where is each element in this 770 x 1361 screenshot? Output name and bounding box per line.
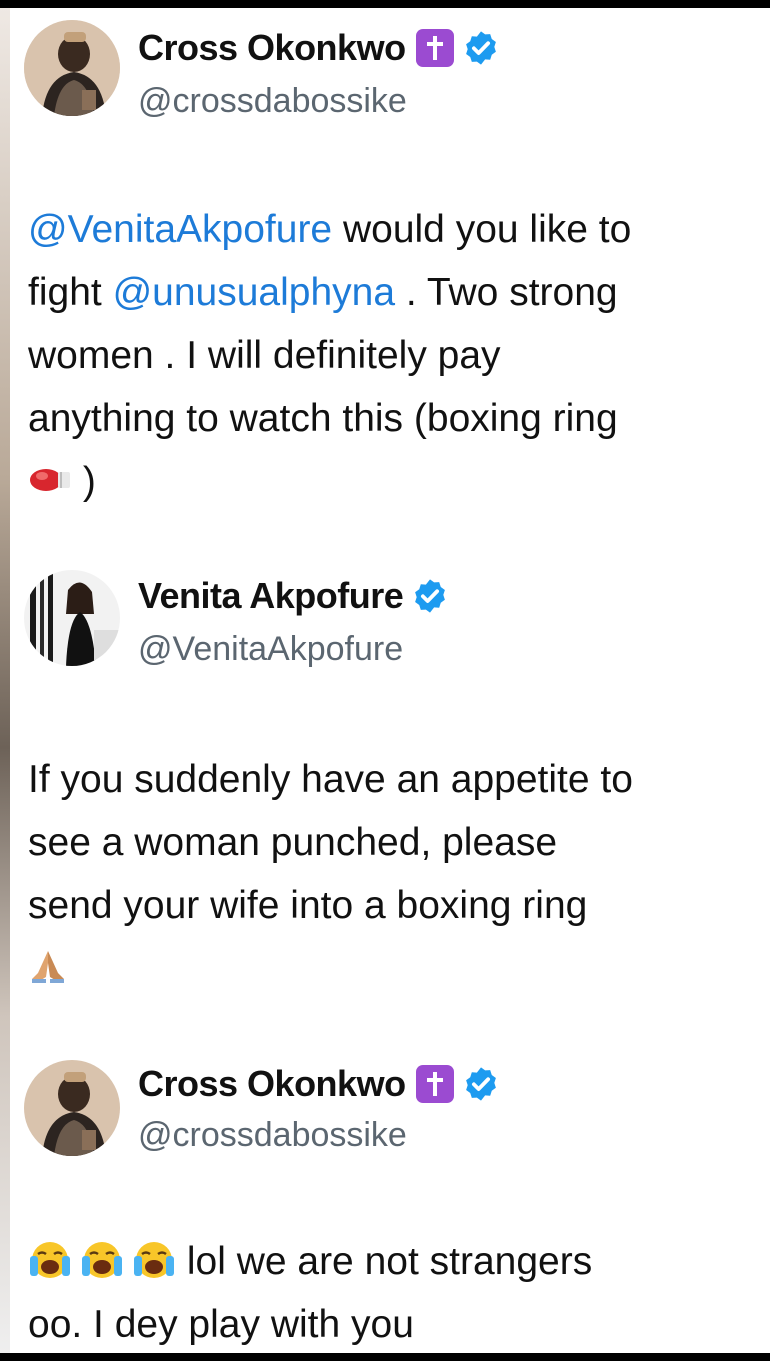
handle[interactable]: @VenitaAkpofure [138, 630, 403, 669]
avatar-cross-okonkwo[interactable] [24, 20, 120, 116]
display-name[interactable]: Cross Okonkwo [138, 1063, 406, 1105]
verified-icon [462, 1065, 500, 1103]
background-photo-strip [0, 8, 10, 1353]
body-line: women . I will definitely pay [28, 334, 501, 377]
mention-link[interactable]: @VenitaAkpofure [28, 208, 332, 251]
folded-hands-icon [28, 949, 68, 985]
tweet-2-body: If you suddenly have an appetite to see … [28, 748, 768, 1000]
tweet-1-name-row: Cross Okonkwo [138, 26, 500, 70]
screenshot-card: Cross Okonkwo @crossdabossike @VenitaAkp… [10, 8, 770, 1353]
avatar-venita-akpofure[interactable] [24, 570, 120, 666]
handle[interactable]: @crossdabossike [138, 1116, 407, 1155]
display-name[interactable]: Venita Akpofure [138, 575, 404, 617]
body-text: lol we are not strangers [176, 1240, 593, 1283]
loudly-crying-face-icon [132, 1240, 176, 1280]
body-line: lol we are not strangers [28, 1230, 768, 1293]
tweet-3-name-row: Cross Okonkwo [138, 1062, 500, 1106]
body-text: fight [28, 271, 113, 314]
body-line: ) [28, 450, 768, 513]
body-line: fight @unusualphyna . Two strong [28, 261, 768, 324]
verified-icon [462, 29, 500, 67]
cross-icon [415, 29, 454, 67]
body-line: anything to watch this (boxing ring [28, 397, 618, 440]
body-line: oo. I dey play with you [28, 1303, 414, 1346]
body-line [28, 937, 768, 1000]
loudly-crying-face-icon [28, 1240, 72, 1280]
body-text: . Two strong [395, 271, 618, 314]
mention-link[interactable]: @unusualphyna [113, 271, 395, 314]
body-line: @VenitaAkpofure would you like to [28, 198, 768, 261]
body-line: If you suddenly have an appetite to [28, 758, 633, 801]
verified-icon [411, 577, 449, 615]
avatar-cross-okonkwo[interactable] [24, 1060, 120, 1156]
tweet-2-name-row: Venita Akpofure [138, 574, 449, 618]
body-text: ) [72, 460, 96, 503]
tweet-1-body: @VenitaAkpofure would you like to fight … [28, 198, 768, 513]
body-line: send your wife into a boxing ring [28, 884, 588, 927]
cross-icon [415, 1065, 454, 1103]
loudly-crying-face-icon [80, 1240, 124, 1280]
handle[interactable]: @crossdabossike [138, 82, 407, 121]
body-line: see a woman punched, please [28, 821, 558, 864]
body-text: would you like to [332, 208, 632, 251]
boxing-glove-icon [28, 465, 72, 495]
display-name[interactable]: Cross Okonkwo [138, 27, 406, 69]
tweet-3-body: lol we are not strangers oo. I dey play … [28, 1230, 768, 1356]
